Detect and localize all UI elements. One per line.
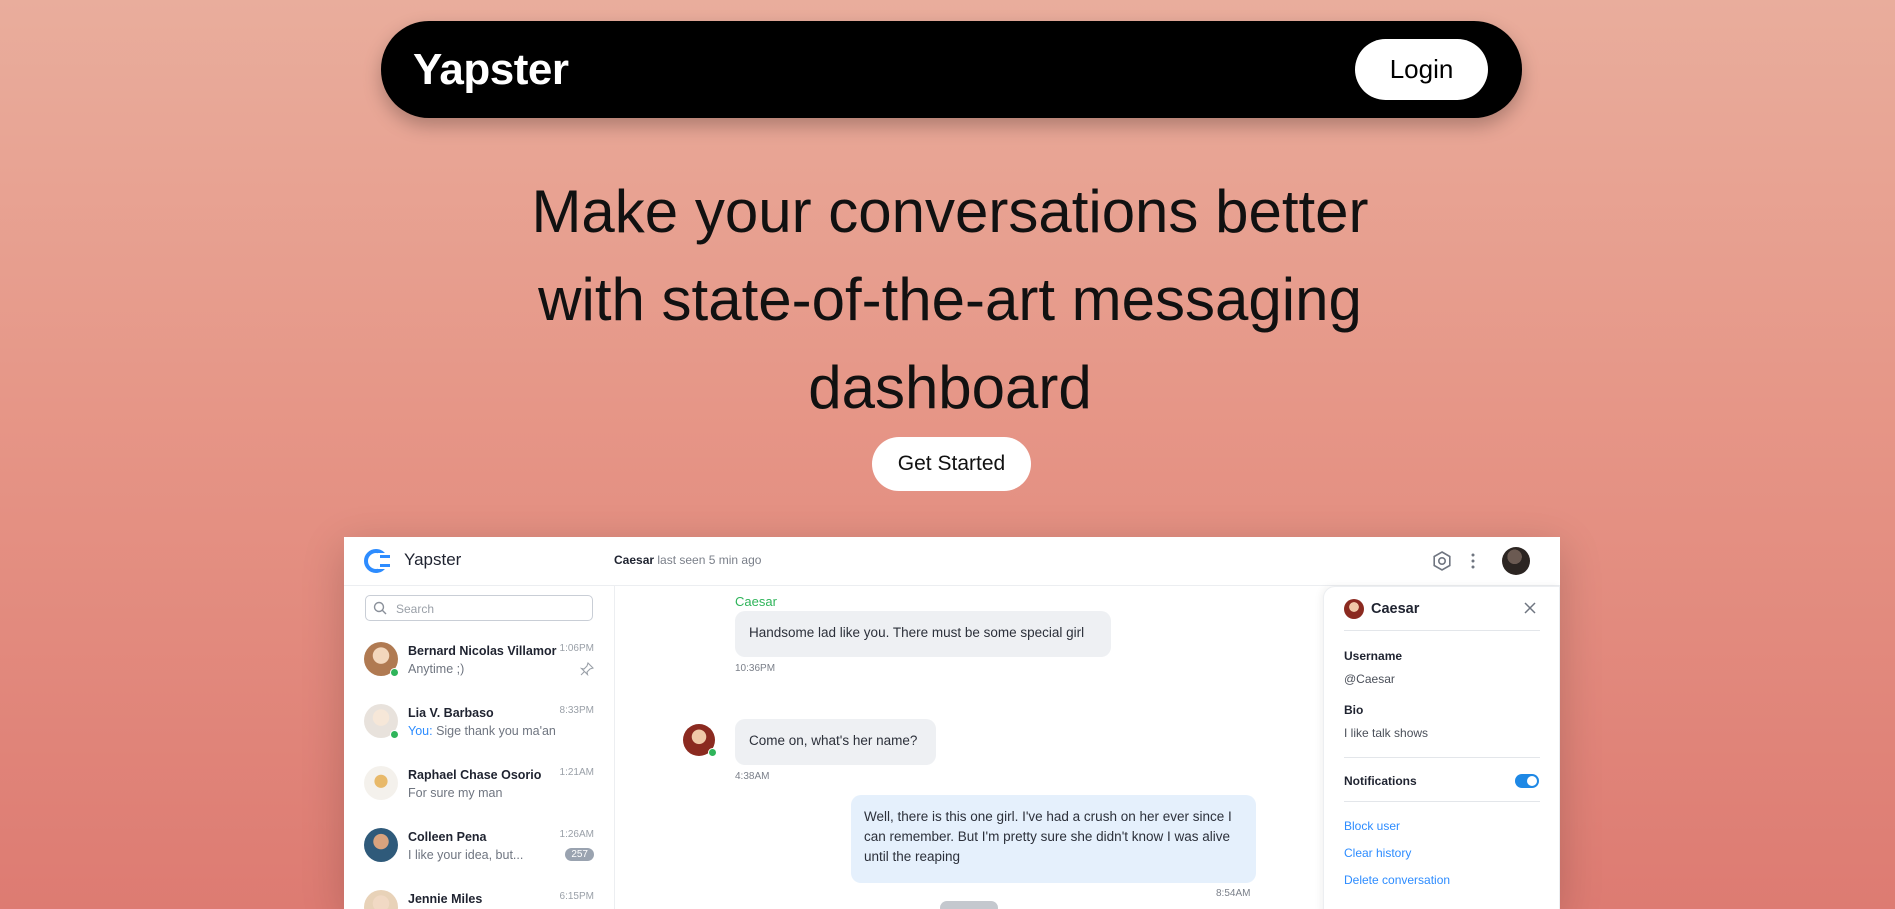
login-button[interactable]: Login [1355, 39, 1488, 100]
chat-list-item[interactable]: Colleen Pena I like your idea, but... 1:… [364, 824, 596, 880]
unread-count-badge: 257 [565, 848, 594, 861]
conversation-area: Caesar Handsome lad like you. There must… [615, 586, 1315, 909]
last-message: For sure my man [408, 786, 503, 800]
contact-avatar [364, 828, 398, 862]
contact-name: Colleen Pena [408, 830, 487, 844]
last-seen-text: last seen 5 min ago [657, 553, 762, 567]
last-message-text: Sige thank you ma'an [436, 724, 556, 738]
contact-name: Caesar [1371, 601, 1420, 617]
contact-avatar [364, 890, 398, 909]
top-navbar: Yapster Login [381, 21, 1522, 118]
brand-logo[interactable]: Yapster [413, 45, 569, 95]
chat-contact-name: Caesar [614, 553, 655, 567]
message-bubble-outgoing: Well, there is this one girl. I've had a… [851, 795, 1256, 883]
pin-icon[interactable] [580, 662, 594, 676]
app-logo-icon [364, 549, 390, 573]
search-input[interactable] [394, 599, 588, 619]
hero-headline: Make your conversations better with stat… [450, 168, 1450, 432]
last-message: You: Sige thank you ma'an [408, 724, 556, 738]
you-prefix: You: [408, 724, 433, 738]
chat-list-item[interactable]: Lia V. Barbaso You: Sige thank you ma'an… [364, 700, 596, 756]
block-user-link[interactable]: Block user [1344, 819, 1400, 833]
hero-line-1: Make your conversations better [531, 178, 1369, 245]
message-time: 8:54AM [1216, 888, 1251, 899]
sender-name: Caesar [735, 594, 777, 609]
close-icon[interactable] [1523, 601, 1537, 615]
chat-list-item[interactable]: Bernard Nicolas Villamor Anytime ;) 1:06… [364, 638, 596, 694]
message-time: 1:06PM [559, 643, 594, 654]
user-avatar[interactable] [1502, 547, 1530, 575]
online-indicator [708, 748, 717, 757]
online-indicator [390, 668, 399, 677]
notifications-toggle[interactable] [1515, 774, 1539, 788]
last-message: I like your idea, but... [408, 848, 524, 862]
chat-status: Caesar last seen 5 min ago [614, 553, 761, 567]
clear-history-link[interactable]: Clear history [1344, 846, 1411, 860]
divider [1344, 801, 1540, 802]
contact-name: Raphael Chase Osorio [408, 768, 542, 782]
username-label: Username [1344, 649, 1403, 663]
message-bubble-incoming: Handsome lad like you. There must be som… [735, 611, 1111, 657]
online-indicator [390, 730, 399, 739]
delete-conversation-link[interactable]: Delete conversation [1344, 873, 1450, 887]
message-time: 6:15PM [559, 891, 594, 902]
hero-line-3: dashboard [808, 354, 1092, 421]
bio-value: I like talk shows [1344, 726, 1429, 740]
message-time: 1:26AM [559, 829, 594, 840]
app-preview: Yapster Caesar last seen 5 min ago Berna… [344, 537, 1560, 909]
search-icon [373, 601, 387, 615]
contact-avatar [364, 766, 398, 800]
last-message: Anytime ;) [408, 662, 465, 676]
message-time: 8:33PM [559, 705, 594, 716]
contact-name: Bernard Nicolas Villamor [408, 644, 557, 658]
username-value: @Caesar [1344, 672, 1395, 686]
message-time: 1:21AM [559, 767, 594, 778]
contact-info-panel: Caesar Username @Caesar Bio I like talk … [1323, 586, 1560, 909]
search-box[interactable] [365, 595, 593, 621]
app-header: Yapster Caesar last seen 5 min ago [344, 537, 1560, 586]
message-bubble-incoming: Come on, what's her name? [735, 719, 936, 765]
contact-name: Jennie Miles [408, 892, 483, 906]
divider [1344, 630, 1540, 631]
contact-name: Lia V. Barbaso [408, 706, 494, 720]
get-started-button[interactable]: Get Started [872, 437, 1031, 491]
more-options-icon[interactable] [1468, 549, 1478, 573]
settings-gear-icon[interactable] [1430, 549, 1454, 573]
hero-line-2: with state-of-the-art messaging [538, 266, 1362, 333]
chat-list-item[interactable]: Raphael Chase Osorio For sure my man 1:2… [364, 762, 596, 818]
chat-list-item[interactable]: Jennie Miles 6:15PM [364, 886, 596, 909]
bio-label: Bio [1344, 703, 1364, 717]
message-time: 4:38AM [735, 771, 770, 782]
message-time: 10:36PM [735, 663, 776, 674]
app-name: Yapster [404, 550, 462, 569]
notifications-label: Notifications [1344, 774, 1417, 788]
chat-sidebar: Bernard Nicolas Villamor Anytime ;) 1:06… [344, 586, 615, 909]
contact-avatar [1344, 599, 1364, 619]
divider [1344, 757, 1540, 758]
date-divider-pill [940, 901, 998, 909]
